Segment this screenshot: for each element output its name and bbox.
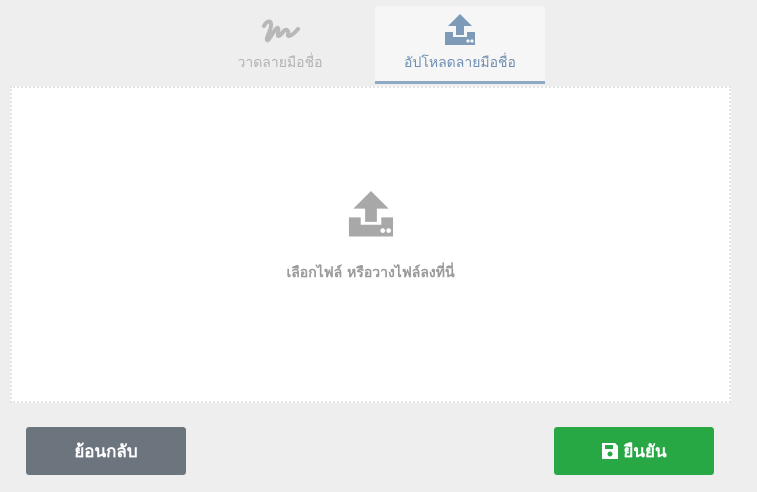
signature-dialog: วาดลายมือชื่อ อัปโหลดลายมือชื่อ เลือกไฟล… (0, 0, 757, 492)
upload-icon (443, 12, 477, 50)
signature-icon (258, 12, 302, 50)
back-button[interactable]: ย้อนกลับ (26, 427, 186, 475)
tab-draw-label: วาดลายมือชื่อ (237, 55, 323, 71)
tab-upload-label: อัปโหลดลายมือชื่อ (404, 55, 516, 71)
confirm-button-label: ยืนยัน (623, 441, 667, 462)
upload-icon (346, 188, 396, 242)
confirm-button[interactable]: ยืนยัน (554, 427, 714, 475)
tab-upload-signature[interactable]: อัปโหลดลายมือชื่อ (375, 6, 545, 84)
file-dropzone[interactable]: เลือกไฟล์ หรือวางไฟล์ลงที่นี่ (10, 86, 731, 403)
save-icon (601, 442, 619, 460)
tab-draw-signature[interactable]: วาดลายมือชื่อ (195, 6, 365, 84)
dropzone-instructions: เลือกไฟล์ หรือวางไฟล์ลงที่นี่ (286, 265, 455, 281)
back-button-label: ย้อนกลับ (74, 441, 138, 462)
